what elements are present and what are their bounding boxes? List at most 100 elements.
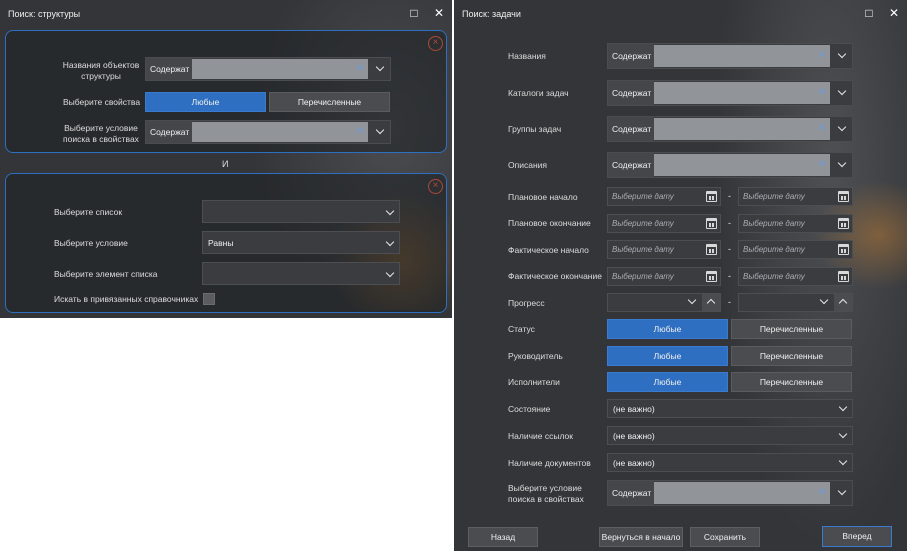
titlebar: Поиск: задачи □ ✕ [454, 0, 907, 26]
return-start-button[interactable]: Вернуться в начало [599, 527, 683, 547]
contains-tag[interactable]: Содержат [146, 121, 192, 143]
planned-end-to[interactable]: Выберите дату [738, 214, 853, 233]
chevron-down-icon[interactable] [832, 481, 852, 505]
chevron-down-icon[interactable] [683, 294, 701, 311]
calendar-icon[interactable] [838, 218, 849, 229]
listed-props-button[interactable]: Перечисленные [269, 92, 390, 112]
planned-start-from[interactable]: Выберите дату [607, 187, 721, 206]
clear-icon[interactable]: ✕ [816, 481, 828, 505]
documents-select[interactable]: (не важно) [607, 453, 853, 472]
chevron-down-icon[interactable] [832, 81, 852, 105]
names-combo[interactable]: Содержат ✕ [145, 57, 391, 81]
names-input[interactable] [654, 45, 830, 67]
linked-checkbox[interactable] [203, 293, 215, 305]
actual-end-to[interactable]: Выберите дату [738, 267, 853, 286]
contains-tag[interactable]: Содержат [608, 44, 654, 68]
chevron-down-icon[interactable] [815, 294, 833, 311]
groups-input[interactable] [654, 118, 830, 140]
chevron-down-icon[interactable] [834, 454, 852, 471]
chevron-up-icon[interactable] [834, 294, 852, 311]
props-label: Выберите свойства [63, 97, 141, 107]
remove-condition-icon[interactable]: × [428, 36, 443, 51]
element-label: Выберите элемент списка [54, 269, 158, 279]
catalogs-label: Каталоги задач [508, 88, 569, 98]
close-icon[interactable]: ✕ [886, 5, 902, 21]
list-select[interactable] [202, 200, 400, 223]
calendar-icon[interactable] [706, 271, 717, 282]
chevron-down-icon[interactable] [832, 153, 852, 177]
contains-tag[interactable]: Содержат [146, 58, 192, 80]
catalogs-combo[interactable]: Содержат ✕ [607, 80, 853, 106]
actual-start-from[interactable]: Выберите дату [607, 240, 721, 259]
clear-icon[interactable]: ✕ [354, 58, 366, 80]
chevron-down-icon[interactable] [370, 58, 390, 80]
back-button[interactable]: Назад [468, 527, 538, 547]
groups-combo[interactable]: Содержат ✕ [607, 116, 853, 142]
calendar-icon[interactable] [706, 218, 717, 229]
links-select[interactable]: (не важно) [607, 426, 853, 445]
catalogs-input[interactable] [654, 82, 830, 104]
documents-value: (не важно) [613, 457, 655, 468]
progress-from[interactable] [607, 293, 721, 312]
date-placeholder: Выберите дату [743, 219, 805, 228]
clear-icon[interactable]: ✕ [816, 81, 828, 105]
window-title: Поиск: задачи [462, 9, 521, 19]
executors-any-button[interactable]: Любые [607, 372, 728, 392]
manager-any-button[interactable]: Любые [607, 346, 728, 366]
cond-input[interactable] [192, 122, 368, 142]
calendar-icon[interactable] [838, 244, 849, 255]
status-any-button[interactable]: Любые [607, 319, 728, 339]
executors-listed-button[interactable]: Перечисленные [731, 372, 852, 392]
clear-icon[interactable]: ✕ [816, 44, 828, 68]
manager-listed-button[interactable]: Перечисленные [731, 346, 852, 366]
chevron-down-icon[interactable] [370, 121, 390, 143]
contains-tag[interactable]: Содержат [608, 153, 654, 177]
chevron-down-icon[interactable] [834, 427, 852, 444]
maximize-icon[interactable]: □ [861, 5, 877, 21]
contains-tag[interactable]: Содержат [608, 481, 654, 505]
clear-icon[interactable]: ✕ [354, 121, 366, 143]
state-label: Состояние [508, 404, 551, 414]
chevron-up-icon[interactable] [702, 294, 720, 311]
cond-combo[interactable]: Содержат ✕ [607, 480, 853, 506]
cond-input[interactable] [654, 482, 830, 504]
chevron-down-icon[interactable] [832, 117, 852, 141]
clear-icon[interactable]: ✕ [816, 117, 828, 141]
forward-button[interactable]: Вперед [822, 526, 892, 547]
cond-combo[interactable]: Содержат ✕ [145, 120, 391, 144]
state-select[interactable]: (не важно) [607, 399, 853, 418]
calendar-icon[interactable] [838, 191, 849, 202]
names-combo[interactable]: Содержат ✕ [607, 43, 853, 69]
planned-start-to[interactable]: Выберите дату [738, 187, 853, 206]
planned-end-label: Плановое окончание [508, 218, 591, 228]
remove-condition-icon[interactable]: × [428, 179, 443, 194]
actual-end-from[interactable]: Выберите дату [607, 267, 721, 286]
chevron-down-icon[interactable] [381, 263, 399, 284]
calendar-icon[interactable] [706, 191, 717, 202]
chevron-down-icon[interactable] [834, 400, 852, 417]
condition-select[interactable]: Равны [202, 231, 400, 254]
planned-end-from[interactable]: Выберите дату [607, 214, 721, 233]
any-props-button[interactable]: Любые [145, 92, 266, 112]
names-input[interactable] [192, 59, 368, 79]
chevron-down-icon[interactable] [381, 201, 399, 222]
calendar-icon[interactable] [838, 271, 849, 282]
calendar-icon[interactable] [706, 244, 717, 255]
contains-tag[interactable]: Содержат [608, 117, 654, 141]
contains-tag[interactable]: Содержат [608, 81, 654, 105]
actual-start-to[interactable]: Выберите дату [738, 240, 853, 259]
window-title: Поиск: структуры [8, 9, 81, 19]
descriptions-combo[interactable]: Содержат ✕ [607, 152, 853, 178]
chevron-down-icon[interactable] [381, 232, 399, 253]
descriptions-input[interactable] [654, 154, 830, 176]
save-button[interactable]: Сохранить [690, 527, 760, 547]
clear-icon[interactable]: ✕ [816, 153, 828, 177]
date-placeholder: Выберите дату [743, 192, 805, 201]
status-listed-button[interactable]: Перечисленные [731, 319, 852, 339]
maximize-icon[interactable]: □ [406, 5, 422, 21]
range-dash: - [728, 244, 731, 254]
progress-to[interactable] [738, 293, 853, 312]
chevron-down-icon[interactable] [832, 44, 852, 68]
close-icon[interactable]: ✕ [431, 5, 447, 21]
element-select[interactable] [202, 262, 400, 285]
